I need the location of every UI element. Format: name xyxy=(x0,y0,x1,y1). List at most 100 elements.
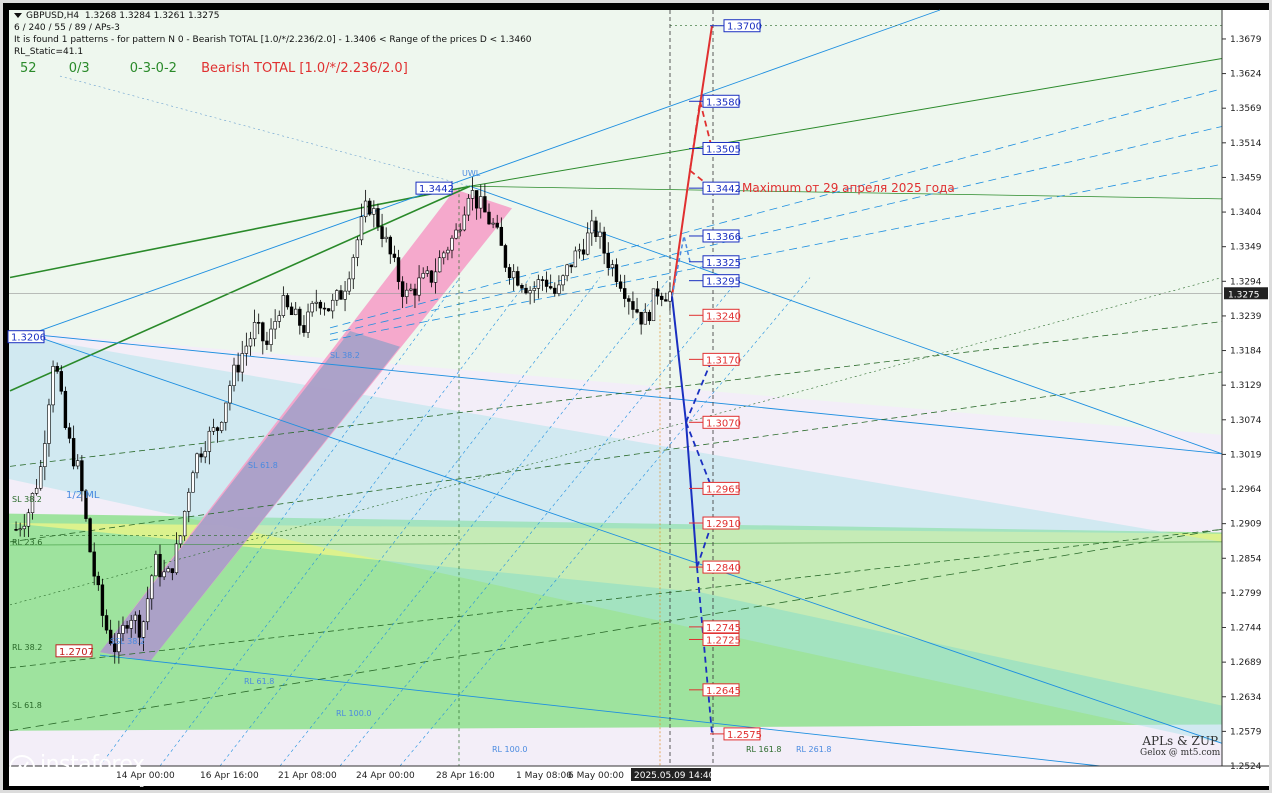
candle-body xyxy=(351,257,355,280)
candle-body xyxy=(405,289,409,297)
price-tick-label: 1.3624 xyxy=(1230,70,1262,80)
candle-body xyxy=(343,290,347,300)
candle-body xyxy=(581,249,586,255)
candle-body xyxy=(67,427,72,439)
candle-body xyxy=(162,571,166,578)
candle-body xyxy=(310,303,314,313)
candle-body xyxy=(88,518,92,553)
pattern-info: It is found 1 patterns - for pattern N 0… xyxy=(14,35,532,45)
status-ratio: 0/3 xyxy=(68,61,90,76)
time-tick-label: 24 Apr 00:00 xyxy=(356,771,415,781)
symbol-label: GBPUSD,H4 xyxy=(26,11,80,21)
candle-body xyxy=(59,371,63,392)
line-label: UWL xyxy=(462,169,481,178)
candle-body xyxy=(18,528,22,531)
time-tick-label: 28 Apr 16:00 xyxy=(436,771,495,781)
candle-body xyxy=(548,286,553,289)
candle-body xyxy=(215,427,220,431)
candle-body xyxy=(590,220,594,234)
target-label: 1.2965 xyxy=(706,484,741,495)
candle-body xyxy=(166,568,170,573)
candle-body xyxy=(228,385,232,404)
line-label: RL 61.8 xyxy=(244,677,274,686)
price-tick-label: 1.2524 xyxy=(1230,762,1262,772)
logo-tagline: Instant Forex Trading xyxy=(40,777,146,788)
candle-body xyxy=(524,287,528,294)
candle-body xyxy=(199,453,203,458)
swing-label: 1.2707 xyxy=(59,647,94,658)
candle-body xyxy=(207,430,212,452)
chart-header: GBPUSD,H4 1.3268 1.3284 1.3261 1.3275 6 … xyxy=(14,10,532,58)
line-label: SL 38.2 xyxy=(330,351,360,360)
target-label: 1.2840 xyxy=(706,563,741,574)
candle-body xyxy=(363,200,368,218)
target-label: 1.2745 xyxy=(706,623,741,634)
candle-body xyxy=(602,231,606,254)
candle-body xyxy=(433,271,438,283)
candle-body xyxy=(277,315,281,322)
target-label: 1.2645 xyxy=(706,686,741,697)
candle-body xyxy=(347,278,351,292)
price-tick-label: 1.3239 xyxy=(1230,312,1262,322)
target-label: 1.3442 xyxy=(706,184,741,195)
candle-body xyxy=(651,288,656,322)
candle-body xyxy=(553,287,557,294)
candle-body xyxy=(269,328,273,345)
candle-body xyxy=(294,308,298,316)
candle-body xyxy=(458,229,462,232)
candle-body xyxy=(248,338,253,347)
candle-body xyxy=(195,453,199,474)
target-label: 1.3170 xyxy=(706,355,741,366)
candle-body xyxy=(240,353,244,373)
candle-body xyxy=(631,301,635,310)
candle-body xyxy=(14,529,18,531)
candle-body xyxy=(339,290,343,300)
brand-line-1: APLs & ZUP xyxy=(1142,734,1219,748)
candle-body xyxy=(236,364,240,373)
candle-body xyxy=(281,295,286,316)
candle-body xyxy=(466,198,471,216)
candle-body xyxy=(425,270,430,274)
price-chart[interactable]: 1.3700 1.3580 1.3505 1.3442 1.3366 1.3325 1.32… xyxy=(0,0,1272,793)
candle-body xyxy=(635,309,639,313)
current-price-label: 1.3275 xyxy=(1228,290,1260,300)
brand-line-2: Gelox @ mt5.com xyxy=(1140,748,1221,758)
candle-body xyxy=(133,614,138,621)
candle-body xyxy=(483,196,487,213)
candle-body xyxy=(557,284,561,294)
candle-body xyxy=(335,290,339,301)
candle-body xyxy=(561,275,565,286)
candle-body xyxy=(573,250,578,268)
candle-body xyxy=(219,421,224,431)
candle-body xyxy=(618,281,623,289)
candle-body xyxy=(388,236,392,255)
candle-body xyxy=(368,200,372,215)
candle-body xyxy=(121,625,125,634)
candle-body xyxy=(598,231,602,238)
candle-body xyxy=(104,615,109,631)
candle-body xyxy=(606,252,610,268)
candle-body xyxy=(298,308,302,326)
candle-body xyxy=(610,264,615,268)
target-label: 1.3366 xyxy=(706,232,741,243)
maximum-annotation: Maximum от 29 апреля 2025 года xyxy=(742,181,955,195)
candle-body xyxy=(232,364,236,386)
candle-body xyxy=(421,273,425,279)
candle-body xyxy=(47,404,51,444)
candle-body xyxy=(51,366,55,406)
candle-body xyxy=(39,466,43,489)
price-tick-label: 1.3019 xyxy=(1230,450,1262,460)
price-tick-label: 1.2689 xyxy=(1230,658,1262,668)
candle-body xyxy=(614,264,619,283)
line-label: RL 100.0 xyxy=(492,745,527,754)
candle-body xyxy=(355,239,360,258)
candle-body xyxy=(392,253,397,258)
candle-body xyxy=(536,279,541,289)
candle-body xyxy=(203,451,207,458)
candle-body xyxy=(565,264,569,277)
candle-body xyxy=(261,322,265,342)
status-count: 52 xyxy=(20,61,37,76)
candle-body xyxy=(376,208,380,227)
candle-body xyxy=(256,322,261,324)
time-tick-label: 6 May 00:00 xyxy=(568,771,624,781)
